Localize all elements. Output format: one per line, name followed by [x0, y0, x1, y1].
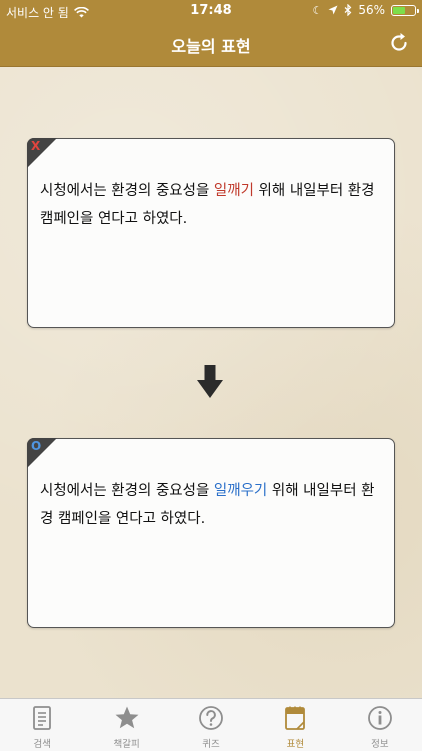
- status-bar: 서비스 안 됨 17:48 ☾ 56%: [0, 0, 422, 22]
- tab-expression-label: 표현: [286, 739, 305, 750]
- question-icon: [199, 706, 223, 730]
- incorrect-sentence: 시청에서는 환경의 중요성을 일깨기 위해 내일부터 환경 캠페인을 연다고 하…: [40, 177, 382, 233]
- correct-mark: O: [31, 439, 42, 453]
- moon-icon: ☾: [312, 3, 323, 17]
- incorrect-mark: X: [31, 139, 41, 153]
- incorrect-badge: X: [27, 138, 57, 168]
- status-indicators: ☾ 56%: [312, 3, 419, 17]
- tab-quiz-label: 퀴즈: [202, 739, 220, 750]
- document-icon: [33, 706, 52, 730]
- battery-percent: 56%: [358, 3, 385, 17]
- tab-bookmarks-label: 책갈피: [113, 739, 140, 750]
- tab-search[interactable]: 검색: [0, 699, 84, 751]
- incorrect-sentence-start: 시청에서는 환경의 중요성을: [40, 183, 214, 199]
- refresh-button[interactable]: [386, 30, 412, 56]
- battery-icon: [391, 4, 419, 16]
- tab-expression[interactable]: 표현: [253, 699, 337, 751]
- tab-info-label: 정보: [371, 739, 389, 750]
- correct-sentence-start: 시청에서는 환경의 중요성을: [40, 483, 214, 499]
- battery-level: [393, 6, 405, 14]
- incorrect-expression-card: X 시청에서는 환경의 중요성을 일깨기 위해 내일부터 환경 캠페인을 연다고…: [27, 138, 395, 328]
- tab-info[interactable]: 정보: [338, 699, 422, 751]
- tab-quiz[interactable]: 퀴즈: [169, 699, 253, 751]
- navigation-header: 서비스 안 됨 17:48 ☾ 56% 오늘의 표현: [0, 0, 422, 67]
- correct-badge: O: [27, 438, 57, 468]
- tab-bookmarks[interactable]: 책갈피: [84, 699, 168, 751]
- correct-expression-card: O 시청에서는 환경의 중요성을 일깨우기 위해 내일부터 환경 캠페인을 연다…: [27, 438, 395, 628]
- tab-search-label: 검색: [33, 739, 51, 750]
- notepad-icon: [285, 706, 306, 730]
- info-icon: [367, 706, 392, 730]
- content-area: X 시청에서는 환경의 중요성을 일깨기 위해 내일부터 환경 캠페인을 연다고…: [0, 67, 422, 698]
- correct-word: 일깨우기: [213, 483, 268, 499]
- correct-sentence: 시청에서는 환경의 중요성을 일깨우기 위해 내일부터 환경 캠페인을 연다고 …: [40, 477, 382, 533]
- incorrect-word: 일깨기: [213, 183, 254, 199]
- location-icon: [328, 5, 338, 15]
- star-icon: [115, 706, 139, 729]
- refresh-icon: [391, 33, 407, 51]
- down-arrow-icon: [197, 365, 223, 398]
- bluetooth-icon: [344, 4, 352, 16]
- tab-bar: 검색 책갈피 퀴즈 표현 정보: [0, 698, 422, 751]
- page-title: 오늘의 표현: [171, 37, 251, 56]
